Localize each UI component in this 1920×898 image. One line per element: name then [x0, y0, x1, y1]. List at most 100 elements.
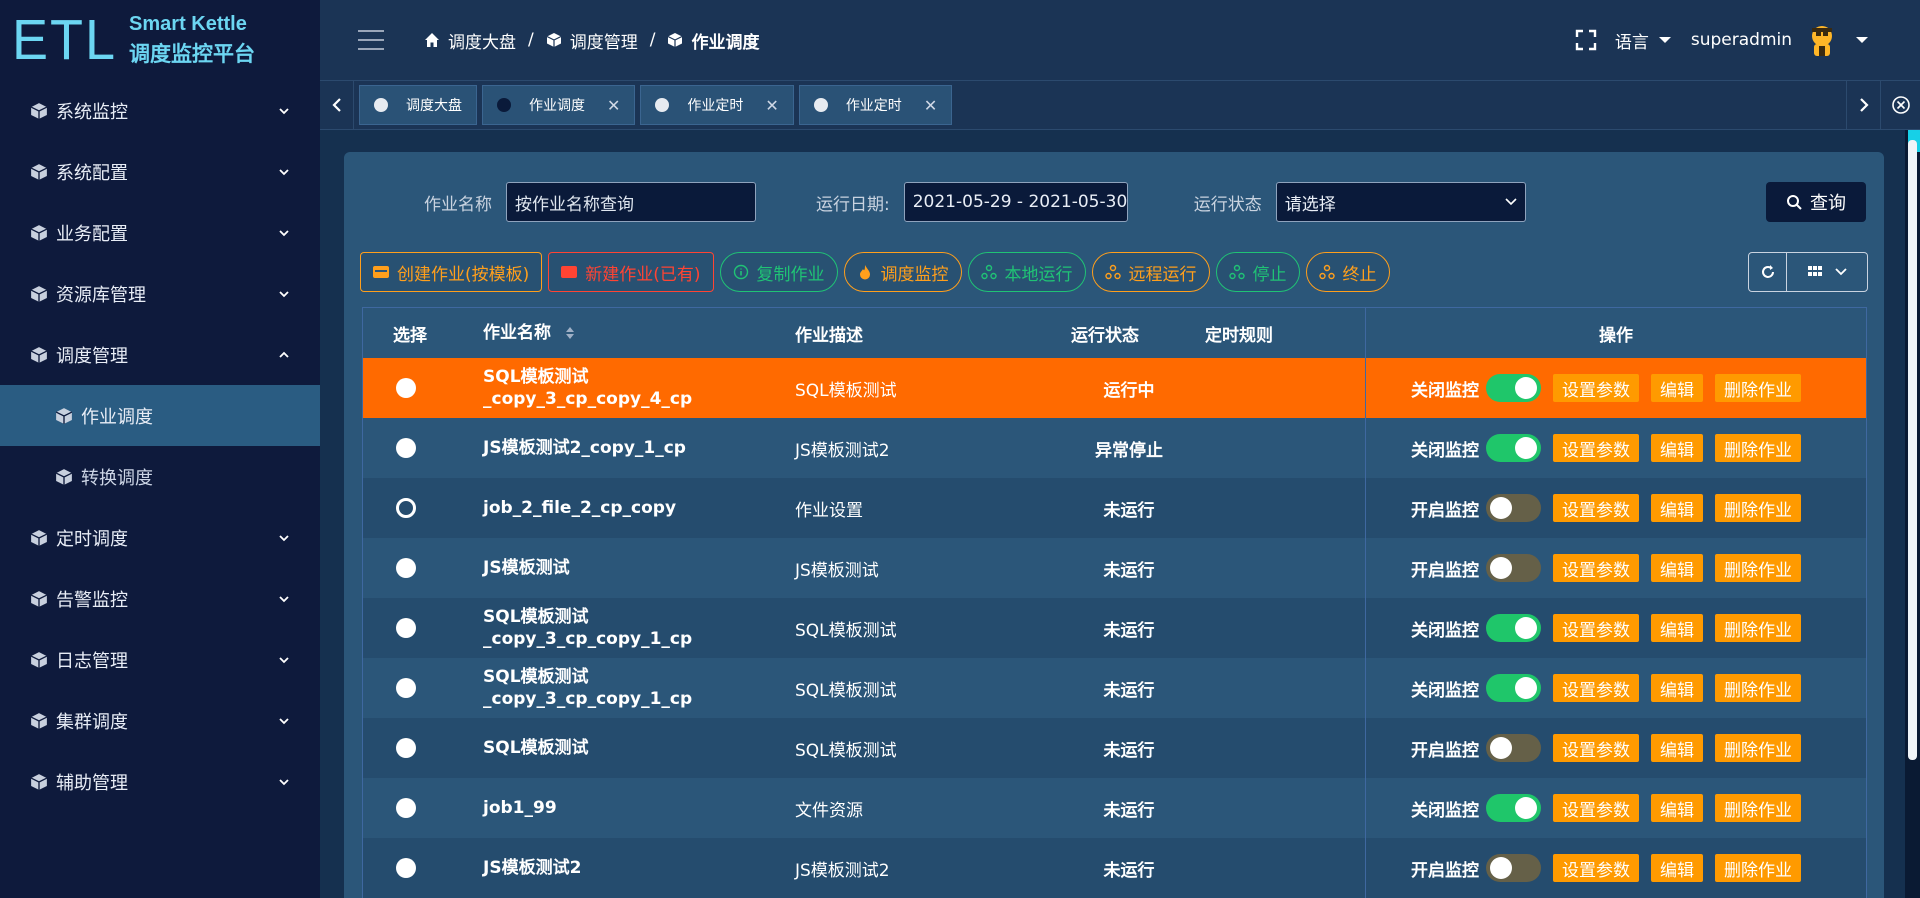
table-row[interactable]: job1_99 文件资源 未运行 关闭监控 设置参数 编辑 删除作业 — [363, 778, 1866, 838]
tab[interactable]: 作业定时 ✕ — [640, 85, 794, 125]
refresh-button[interactable] — [1749, 253, 1787, 291]
delete-job-button[interactable]: 删除作业 — [1715, 734, 1801, 762]
row-radio[interactable] — [396, 558, 416, 578]
sidebar-item[interactable]: 日志管理 — [0, 629, 320, 690]
sidebar-item[interactable]: 资源库管理 — [0, 263, 320, 324]
delete-job-button[interactable]: 删除作业 — [1715, 854, 1801, 882]
sidebar-item[interactable]: 集群调度 — [0, 690, 320, 751]
table-row[interactable]: JS模板测试 JS模板测试 未运行 开启监控 设置参数 编辑 删除作业 — [363, 538, 1866, 598]
breadcrumb-item-schedule[interactable]: 调度管理 — [546, 28, 638, 53]
monitor-toggle[interactable] — [1486, 614, 1541, 642]
monitor-toggle[interactable] — [1486, 854, 1541, 882]
sidebar-item[interactable]: 业务配置 — [0, 202, 320, 263]
tab[interactable]: 作业定时 ✕ — [798, 85, 953, 125]
table-row[interactable]: SQL模板测试_copy_3_cp_copy_1_cp SQL模板测试 未运行 关闭监… — [363, 658, 1866, 718]
monitor-toggle[interactable] — [1486, 374, 1541, 402]
job-name-input[interactable]: 按作业名称查询 — [506, 182, 756, 222]
row-radio[interactable] — [396, 678, 416, 698]
delete-job-button[interactable]: 删除作业 — [1715, 674, 1801, 702]
tab[interactable]: 调度大盘 — [359, 85, 477, 125]
table-row[interactable]: JS模板测试2 JS模板测试2 未运行 开启监控 设置参数 编辑 删除作业 — [363, 838, 1866, 898]
delete-job-button[interactable]: 删除作业 — [1715, 494, 1801, 522]
copy-job-button[interactable]: 复制作业 — [719, 252, 838, 292]
fullscreen-icon[interactable] — [1575, 29, 1597, 51]
sort-icon — [565, 326, 574, 339]
set-params-button[interactable]: 设置参数 — [1553, 554, 1639, 582]
scrollbar-thumb[interactable] — [1908, 140, 1917, 760]
row-radio[interactable] — [396, 738, 416, 758]
sidebar-item[interactable]: 系统监控 — [0, 80, 320, 141]
set-params-button[interactable]: 设置参数 — [1553, 614, 1639, 642]
tabs-scroll-left[interactable] — [320, 80, 354, 130]
monitor-toggle[interactable] — [1486, 794, 1541, 822]
delete-job-button[interactable]: 删除作业 — [1715, 374, 1801, 402]
row-radio[interactable] — [396, 438, 416, 458]
local-run-button[interactable]: 本地运行 — [967, 252, 1086, 292]
set-params-button[interactable]: 设置参数 — [1553, 374, 1639, 402]
delete-job-button[interactable]: 删除作业 — [1715, 614, 1801, 642]
delete-job-button[interactable]: 删除作业 — [1715, 434, 1801, 462]
sidebar-item[interactable]: 系统配置 — [0, 141, 320, 202]
close-all-tabs[interactable] — [1880, 80, 1920, 130]
set-params-button[interactable]: 设置参数 — [1553, 854, 1639, 882]
menu-toggle-icon[interactable] — [358, 30, 384, 50]
table-row[interactable]: job_2_file_2_cp_copy 作业设置 未运行 开启监控 设置参数 编辑 删除作… — [363, 478, 1866, 538]
sidebar-subitem[interactable]: 转换调度 — [0, 446, 320, 507]
username: superadmin — [1690, 30, 1792, 50]
sidebar-item[interactable]: 调度管理 — [0, 324, 320, 385]
sidebar-subitem[interactable]: 作业调度 — [0, 385, 320, 446]
edit-button[interactable]: 编辑 — [1651, 434, 1703, 462]
delete-job-button[interactable]: 删除作业 — [1715, 554, 1801, 582]
table-row[interactable]: SQL模板测试 SQL模板测试 未运行 开启监控 设置参数 编辑 删除作业 — [363, 718, 1866, 778]
state-select[interactable]: 请选择 — [1275, 182, 1526, 222]
create-existing-button[interactable]: 新建作业(已有) — [548, 252, 714, 292]
row-radio[interactable] — [396, 858, 416, 878]
sidebar-item[interactable]: 定时调度 — [0, 507, 320, 568]
schedule-monitor-button[interactable]: 调度监控 — [843, 252, 962, 292]
edit-button[interactable]: 编辑 — [1651, 734, 1703, 762]
stop-button[interactable]: 停止 — [1215, 252, 1300, 292]
set-params-button[interactable]: 设置参数 — [1553, 794, 1639, 822]
table-row[interactable]: SQL模板测试_copy_3_cp_copy_1_cp SQL模板测试 未运行 关闭监… — [363, 598, 1866, 658]
terminate-button[interactable]: 终止 — [1305, 252, 1390, 292]
query-button[interactable]: 查询 — [1766, 182, 1866, 222]
edit-button[interactable]: 编辑 — [1651, 794, 1703, 822]
monitor-toggle[interactable] — [1486, 434, 1541, 462]
row-radio[interactable] — [396, 798, 416, 818]
header-name[interactable]: 作业名称 — [483, 322, 795, 344]
edit-button[interactable]: 编辑 — [1651, 614, 1703, 642]
language-dropdown[interactable]: 语言 — [1615, 28, 1671, 53]
set-params-button[interactable]: 设置参数 — [1553, 494, 1639, 522]
monitor-toggle[interactable] — [1486, 674, 1541, 702]
edit-button[interactable]: 编辑 — [1651, 554, 1703, 582]
close-icon[interactable]: ✕ — [765, 96, 778, 115]
sidebar-item[interactable]: 辅助管理 — [0, 751, 320, 812]
edit-button[interactable]: 编辑 — [1651, 374, 1703, 402]
set-params-button[interactable]: 设置参数 — [1553, 674, 1639, 702]
delete-job-button[interactable]: 删除作业 — [1715, 794, 1801, 822]
create-by-template-button[interactable]: 创建作业(按模板) — [360, 252, 543, 292]
breadcrumb-item-dashboard[interactable]: 调度大盘 — [424, 28, 516, 53]
tab[interactable]: 作业调度 ✕ — [482, 85, 636, 125]
row-radio[interactable] — [396, 618, 416, 638]
date-range-input[interactable]: 2021-05-29 - 2021-05-30 — [903, 182, 1128, 222]
edit-button[interactable]: 编辑 — [1651, 854, 1703, 882]
set-params-button[interactable]: 设置参数 — [1553, 734, 1639, 762]
close-icon[interactable]: ✕ — [607, 96, 620, 115]
table-row[interactable]: SQL模板测试_copy_3_cp_copy_4_cp SQL模板测试 运行中 关闭监… — [363, 358, 1866, 418]
monitor-toggle[interactable] — [1486, 494, 1541, 522]
sidebar-item[interactable]: 告警监控 — [0, 568, 320, 629]
close-icon[interactable]: ✕ — [924, 96, 937, 115]
row-radio[interactable] — [396, 498, 416, 518]
remote-run-button[interactable]: 远程运行 — [1091, 252, 1210, 292]
edit-button[interactable]: 编辑 — [1651, 494, 1703, 522]
monitor-toggle[interactable] — [1486, 734, 1541, 762]
columns-toggle-button[interactable] — [1787, 253, 1867, 291]
edit-button[interactable]: 编辑 — [1651, 674, 1703, 702]
user-menu[interactable]: superadmin — [1691, 22, 1868, 58]
row-radio[interactable] — [396, 378, 416, 398]
monitor-toggle[interactable] — [1486, 554, 1541, 582]
table-row[interactable]: JS模板测试2_copy_1_cp JS模板测试2 异常停止 关闭监控 设置参数 编辑 删除… — [363, 418, 1866, 478]
set-params-button[interactable]: 设置参数 — [1553, 434, 1639, 462]
tabs-scroll-right[interactable] — [1846, 80, 1880, 130]
